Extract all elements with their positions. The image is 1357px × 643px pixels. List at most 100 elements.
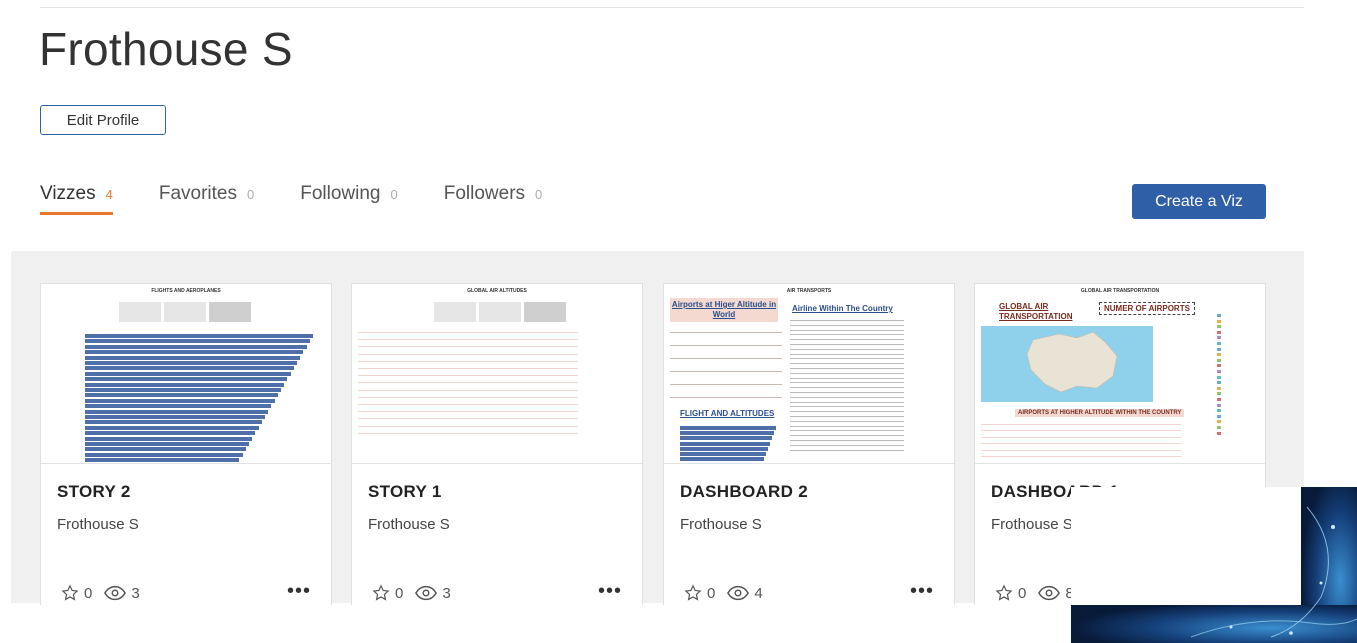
create-viz-button[interactable]: Create a Viz bbox=[1132, 184, 1266, 219]
legend-swatch bbox=[1217, 426, 1221, 429]
viz-card[interactable]: AIR TRANSPORTS Airports at Higer Altitud… bbox=[663, 283, 955, 605]
thumb-table-row bbox=[358, 404, 578, 405]
thumb-table-row bbox=[358, 432, 578, 434]
eye-icon bbox=[104, 585, 127, 601]
thumb-table-row bbox=[790, 334, 904, 336]
thumb-table-row bbox=[981, 430, 1181, 432]
viz-stats: 0 3 bbox=[61, 584, 152, 602]
legend-swatch bbox=[1217, 342, 1221, 345]
thumb-table-row bbox=[670, 345, 782, 346]
favorites-stat[interactable]: 0 bbox=[61, 584, 92, 602]
favorites-stat[interactable]: 0 bbox=[372, 584, 403, 602]
favorites-count: 0 bbox=[84, 584, 93, 602]
viz-thumbnail[interactable]: FLIGHTS AND AEROPLANES bbox=[41, 284, 331, 464]
tab-following-label: Following bbox=[300, 183, 381, 204]
more-options-button[interactable]: ••• bbox=[598, 580, 622, 603]
story-point bbox=[209, 302, 251, 322]
thumb-bar bbox=[85, 458, 240, 463]
thumb-table-row bbox=[790, 358, 904, 360]
thumb-table-row bbox=[981, 456, 1181, 457]
views-stat: 4 bbox=[727, 584, 763, 602]
thumb-table-row bbox=[358, 339, 578, 341]
star-icon bbox=[995, 584, 1013, 601]
thumb-bar bbox=[680, 436, 772, 441]
story-point bbox=[524, 302, 566, 322]
network-globe-image bbox=[1071, 487, 1357, 643]
thumb-heading: Airports at Higer Altitude in World bbox=[670, 298, 778, 322]
thumb-table-row bbox=[358, 346, 578, 348]
favorites-stat[interactable]: 0 bbox=[684, 584, 715, 602]
viz-thumbnail[interactable]: AIR TRANSPORTS Airports at Higer Altitud… bbox=[664, 284, 954, 464]
viz-card[interactable]: GLOBAL AIR ALTITUDES STORY 1 Frothouse S… bbox=[351, 283, 643, 605]
thumb-table-row bbox=[790, 372, 904, 374]
thumb-bar bbox=[85, 366, 294, 371]
thumb-table-row bbox=[358, 418, 578, 420]
legend-swatch bbox=[1217, 325, 1221, 329]
legend-swatch bbox=[1217, 414, 1221, 418]
views-count: 3 bbox=[131, 584, 140, 602]
thumb-table-row bbox=[790, 425, 904, 427]
story-point bbox=[119, 302, 161, 322]
thumb-heading: FLIGHT AND ALTITUDES bbox=[680, 409, 775, 418]
star-icon bbox=[684, 584, 702, 601]
thumb-table-row bbox=[358, 396, 578, 398]
viz-title[interactable]: STORY 1 bbox=[368, 482, 442, 502]
viz-author[interactable]: Frothouse S bbox=[991, 516, 1073, 533]
viz-card[interactable]: FLIGHTS AND AEROPLANES STORY 2 Frothouse… bbox=[40, 283, 332, 605]
thumb-table-row bbox=[790, 324, 904, 326]
viz-thumbnail[interactable]: GLOBAL AIR ALTITUDES bbox=[352, 284, 642, 464]
legend-swatch bbox=[1217, 403, 1221, 407]
thumb-table-row bbox=[358, 389, 578, 391]
tab-favorites[interactable]: Favorites 0 bbox=[159, 183, 254, 215]
viz-title[interactable]: STORY 2 bbox=[57, 482, 131, 502]
thumb-title: GLOBAL AIR TRANSPORTATION bbox=[1080, 288, 1160, 294]
thumb-table-row bbox=[670, 358, 782, 359]
legend-swatch bbox=[1217, 370, 1221, 373]
favorites-count: 0 bbox=[1018, 584, 1027, 602]
viz-author[interactable]: Frothouse S bbox=[368, 516, 450, 533]
viz-title[interactable]: DASHBOARD 2 bbox=[680, 482, 808, 502]
tab-following[interactable]: Following 0 bbox=[300, 183, 398, 215]
story-nav bbox=[119, 302, 251, 322]
thumb-table-row bbox=[790, 411, 904, 413]
viz-author[interactable]: Frothouse S bbox=[57, 516, 139, 533]
thumb-table-row bbox=[981, 443, 1181, 445]
thumb-bar bbox=[85, 425, 259, 430]
thumb-table-row bbox=[790, 401, 904, 403]
tab-vizzes[interactable]: Vizzes 4 bbox=[40, 183, 113, 215]
thumb-title: AIR TRANSPORTS bbox=[786, 288, 832, 294]
thumb-bar bbox=[85, 339, 310, 344]
thumb-table-row bbox=[981, 449, 1181, 451]
thumb-bar bbox=[85, 452, 243, 457]
eye-icon bbox=[415, 585, 438, 601]
more-options-button[interactable]: ••• bbox=[910, 580, 934, 603]
viz-author[interactable]: Frothouse S bbox=[680, 516, 762, 533]
eye-icon bbox=[727, 585, 750, 601]
legend-swatch bbox=[1217, 347, 1221, 351]
edit-profile-button[interactable]: Edit Profile bbox=[40, 105, 166, 135]
favorites-stat[interactable]: 0 bbox=[995, 584, 1026, 602]
thumb-table-row bbox=[981, 424, 1181, 425]
thumb-bar bbox=[85, 431, 256, 436]
tab-followers[interactable]: Followers 0 bbox=[444, 183, 543, 215]
top-divider bbox=[40, 7, 1304, 8]
thumb-heading: GLOBAL AIR TRANSPORTATION bbox=[999, 302, 1073, 321]
star-icon bbox=[61, 584, 79, 601]
legend-swatch bbox=[1217, 420, 1221, 424]
thumb-table-row bbox=[670, 371, 782, 372]
profile-name: Frothouse S bbox=[39, 23, 293, 75]
viz-thumbnail[interactable]: GLOBAL AIR TRANSPORTATION GLOBAL AIR TRA… bbox=[975, 284, 1265, 464]
views-stat: 3 bbox=[415, 585, 451, 602]
thumb-table-row bbox=[790, 416, 904, 417]
more-options-button[interactable]: ••• bbox=[287, 580, 311, 603]
views-count: 4 bbox=[754, 584, 763, 602]
thumb-bar bbox=[680, 426, 776, 430]
legend-swatch bbox=[1217, 330, 1221, 334]
thumb-map bbox=[981, 326, 1153, 402]
thumb-table-row bbox=[358, 368, 578, 369]
views-stat: 3 bbox=[104, 584, 140, 602]
thumb-bar bbox=[680, 446, 768, 451]
thumb-table-row bbox=[358, 375, 578, 377]
thumb-table-row bbox=[790, 406, 904, 408]
thumb-table-row bbox=[358, 353, 578, 355]
